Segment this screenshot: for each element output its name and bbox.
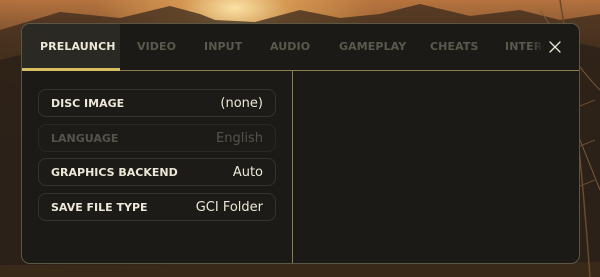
tab-cheats[interactable]: CHEATS bbox=[430, 24, 478, 70]
settings-dialog: PRELAUNCH VIDEO INPUT AUDIO GAMEPLAY CHE… bbox=[21, 23, 580, 264]
close-button[interactable] bbox=[531, 24, 579, 70]
tab-audio[interactable]: AUDIO bbox=[270, 24, 310, 70]
setting-value: GCI Folder bbox=[195, 199, 263, 215]
tab-video[interactable]: VIDEO bbox=[137, 24, 176, 70]
setting-language: LANGUAGE English bbox=[38, 124, 276, 152]
setting-label: GRAPHICS BACKEND bbox=[51, 165, 178, 179]
settings-tab-bar: PRELAUNCH VIDEO INPUT AUDIO GAMEPLAY CHE… bbox=[22, 24, 579, 71]
setting-disc-image[interactable]: DISC IMAGE (none) bbox=[38, 89, 276, 117]
tab-gameplay[interactable]: GAMEPLAY bbox=[339, 24, 406, 70]
tab-prelaunch[interactable]: PRELAUNCH bbox=[22, 24, 120, 71]
setting-value: (none) bbox=[220, 95, 263, 111]
setting-save-file-type[interactable]: SAVE FILE TYPE GCI Folder bbox=[38, 193, 276, 221]
setting-label: SAVE FILE TYPE bbox=[51, 200, 148, 214]
close-icon bbox=[549, 41, 561, 53]
tab-input[interactable]: INPUT bbox=[204, 24, 242, 70]
setting-value: English bbox=[216, 130, 263, 146]
setting-label: LANGUAGE bbox=[51, 131, 119, 145]
setting-graphics-backend[interactable]: GRAPHICS BACKEND Auto bbox=[38, 158, 276, 186]
setting-detail-pane bbox=[293, 71, 579, 263]
setting-value: Auto bbox=[232, 164, 263, 180]
setting-label: DISC IMAGE bbox=[51, 96, 125, 110]
settings-list: DISC IMAGE (none) LANGUAGE English GRAPH… bbox=[22, 71, 293, 263]
